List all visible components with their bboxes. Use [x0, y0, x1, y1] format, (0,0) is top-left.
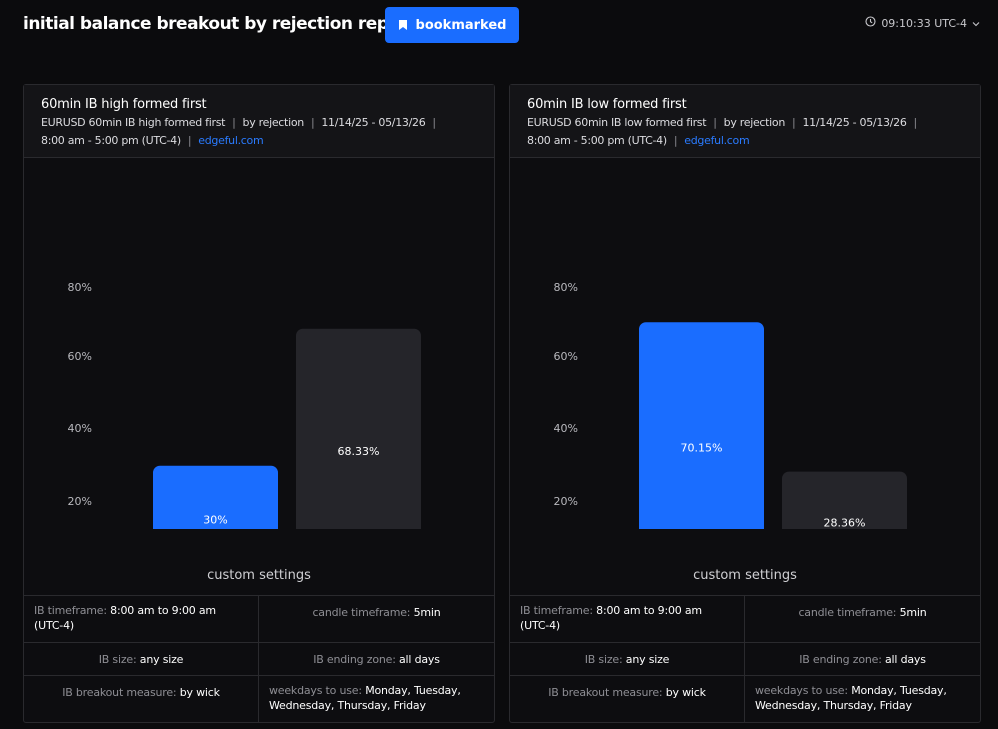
card-meta: EURUSD 60min IB low formed first | by reje… — [527, 116, 917, 147]
setting-ib-timeframe: IB timeframe: 8:00 am to 9:00 am (UTC-4) — [24, 596, 259, 642]
meta-dates: 11/14/25 - 05/13/26 — [802, 116, 907, 129]
setting-ib-size: IB size: any size — [510, 643, 745, 675]
setting-weekdays: weekdays to use: Monday, Tuesday, Wednes… — [269, 684, 461, 712]
card-title: 60min IB high formed first — [41, 97, 207, 112]
report-card-ib-high: 60min IB high formed first EURUSD 60min … — [23, 84, 495, 723]
y-tick-label: 40% — [554, 422, 578, 435]
card-header: 60min IB low formed first EURUSD 60min I… — [510, 85, 980, 158]
setting-ib-size: IB size: any size — [24, 643, 259, 675]
setting-ib-timeframe: IB timeframe: 8:00 am to 9:00 am (UTC-4) — [510, 596, 745, 642]
meta-hours: 8:00 am - 5:00 pm (UTC-4) — [527, 134, 667, 147]
bar-chart: 0%20%40%60%80%70.15%28.36%first break IB… — [554, 281, 907, 529]
bar-value-label: 28.36% — [824, 516, 866, 529]
bar-value-label: 30% — [203, 513, 227, 526]
setting-ib-ending-zone: IB ending zone: all days — [313, 653, 440, 666]
meta-by: by rejection — [723, 116, 786, 129]
y-tick-label: 80% — [554, 281, 578, 294]
y-tick-label: 20% — [554, 495, 578, 508]
setting-candle-timeframe: candle timeframe: 5min — [798, 606, 927, 619]
settings-grid: IB timeframe: 8:00 am to 9:00 am (UTC-4)… — [510, 595, 980, 723]
y-tick-label: 20% — [68, 495, 92, 508]
setting-candle-timeframe: candle timeframe: 5min — [312, 606, 441, 619]
settings-title: custom settings — [693, 568, 797, 583]
card-header: 60min IB high formed first EURUSD 60min … — [24, 85, 494, 158]
bar — [296, 328, 421, 529]
meta-hours: 8:00 am - 5:00 pm (UTC-4) — [41, 134, 181, 147]
meta-subject: EURUSD 60min IB low formed first — [527, 116, 707, 129]
setting-weekdays: weekdays to use: Monday, Tuesday, Wednes… — [755, 684, 947, 712]
top-bar: initial balance breakout by rejection re… — [0, 0, 998, 50]
card-title: 60min IB low formed first — [527, 97, 687, 112]
timezone-selector[interactable]: 09:10:33 UTC-4 — [865, 16, 980, 30]
settings-title: custom settings — [207, 568, 311, 583]
meta-subject: EURUSD 60min IB high formed first — [41, 116, 226, 129]
y-tick-label: 40% — [68, 422, 92, 435]
clock-icon — [865, 16, 876, 30]
chevron-down-icon — [972, 17, 980, 30]
bar-chart: 0%20%40%60%80%30%68.33%first break IB hi… — [68, 281, 421, 529]
setting-ib-breakout-measure: IB breakout measure: by wick — [510, 676, 745, 723]
setting-ib-ending-zone: IB ending zone: all days — [799, 653, 926, 666]
y-tick-label: 60% — [68, 350, 92, 363]
bar-value-label: 68.33% — [338, 445, 380, 458]
page-title: initial balance breakout by rejection re… — [23, 14, 416, 34]
meta-by: by rejection — [242, 116, 305, 129]
y-tick-label: 80% — [68, 281, 92, 294]
report-card-ib-low: 60min IB low formed first EURUSD 60min I… — [509, 84, 981, 723]
source-link[interactable]: edgeful.com — [684, 134, 749, 147]
setting-ib-breakout-measure: IB breakout measure: by wick — [24, 676, 259, 723]
source-link[interactable]: edgeful.com — [198, 134, 263, 147]
bookmark-button[interactable]: bookmarked — [385, 7, 519, 43]
y-tick-label: 60% — [554, 350, 578, 363]
bar — [639, 322, 764, 529]
settings-grid: IB timeframe: 8:00 am to 9:00 am (UTC-4)… — [24, 595, 494, 723]
bookmark-label: bookmarked — [415, 17, 507, 33]
card-meta: EURUSD 60min IB high formed first | by rej… — [41, 116, 436, 147]
bookmark-icon — [398, 19, 408, 31]
bar-value-label: 70.15% — [681, 442, 723, 455]
meta-dates: 11/14/25 - 05/13/26 — [321, 116, 426, 129]
clock-time: 09:10:33 UTC-4 — [881, 16, 967, 30]
